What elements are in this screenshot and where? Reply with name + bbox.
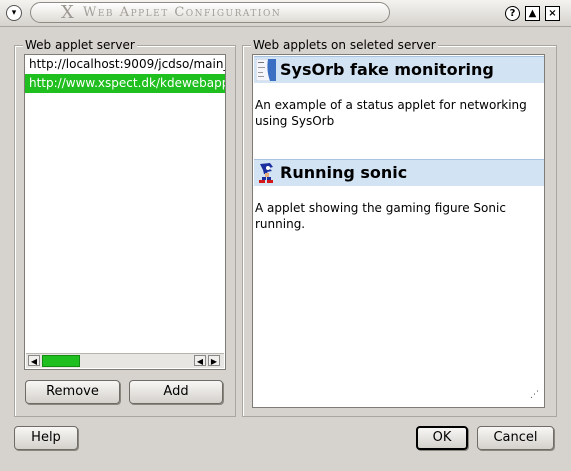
horizontal-scrollbar[interactable]: ◀ ◀ ▶	[26, 353, 224, 368]
applet-item[interactable]: SysOrb fake monitoring An example of a s…	[254, 56, 544, 129]
applet-description: An example of a status applet for networ…	[255, 98, 527, 128]
server-list[interactable]: http://localhost:9009/jcdso/main_ http:/…	[24, 54, 226, 370]
sonic-sprite-icon	[259, 163, 273, 183]
window-menu-icon[interactable]: ▾	[6, 5, 22, 21]
applet-header: SysOrb fake monitoring	[254, 56, 544, 83]
window-title: Web Applet Configuration	[83, 5, 282, 20]
scroll-left-arrow-icon[interactable]: ◀	[194, 355, 206, 366]
applet-item[interactable]: Running sonic A applet showing the gamin…	[254, 159, 544, 232]
applet-header: Running sonic	[254, 159, 544, 186]
applet-name: Running sonic	[280, 163, 408, 182]
scroll-left-arrow-icon[interactable]: ◀	[28, 355, 40, 366]
resize-grip-icon[interactable]: ⋰	[530, 390, 539, 400]
ok-button[interactable]: OK	[416, 426, 468, 450]
applet-name: SysOrb fake monitoring	[280, 60, 494, 79]
shade-icon[interactable]: ▲	[525, 6, 540, 21]
help-icon[interactable]: ?	[505, 6, 520, 21]
remove-button[interactable]: Remove	[25, 380, 120, 404]
scroll-right-arrow-icon[interactable]: ▶	[208, 355, 220, 366]
add-button[interactable]: Add	[129, 380, 223, 404]
server-group-label: Web applet server	[23, 38, 137, 52]
server-list-item-selected[interactable]: http://www.xspect.dk/kdewebapp	[25, 74, 225, 93]
help-button[interactable]: Help	[14, 426, 78, 450]
applets-pane[interactable]: SysOrb fake monitoring An example of a s…	[252, 54, 545, 408]
title-bar: ▾ X Web Applet Configuration ? ▲ ×	[0, 0, 571, 27]
title-pill[interactable]: X Web Applet Configuration	[30, 2, 390, 23]
applet-description: A applet showing the gaming figure Sonic…	[255, 201, 506, 231]
server-list-item[interactable]: http://localhost:9009/jcdso/main_	[25, 55, 225, 74]
close-icon[interactable]: ×	[545, 6, 560, 21]
sysorb-thumbnail-icon	[256, 59, 276, 81]
cancel-button[interactable]: Cancel	[477, 426, 554, 450]
scrollbar-thumb[interactable]	[42, 355, 80, 367]
applets-group-label: Web applets on seleted server	[251, 38, 438, 52]
x-logo-icon: X	[61, 2, 74, 23]
